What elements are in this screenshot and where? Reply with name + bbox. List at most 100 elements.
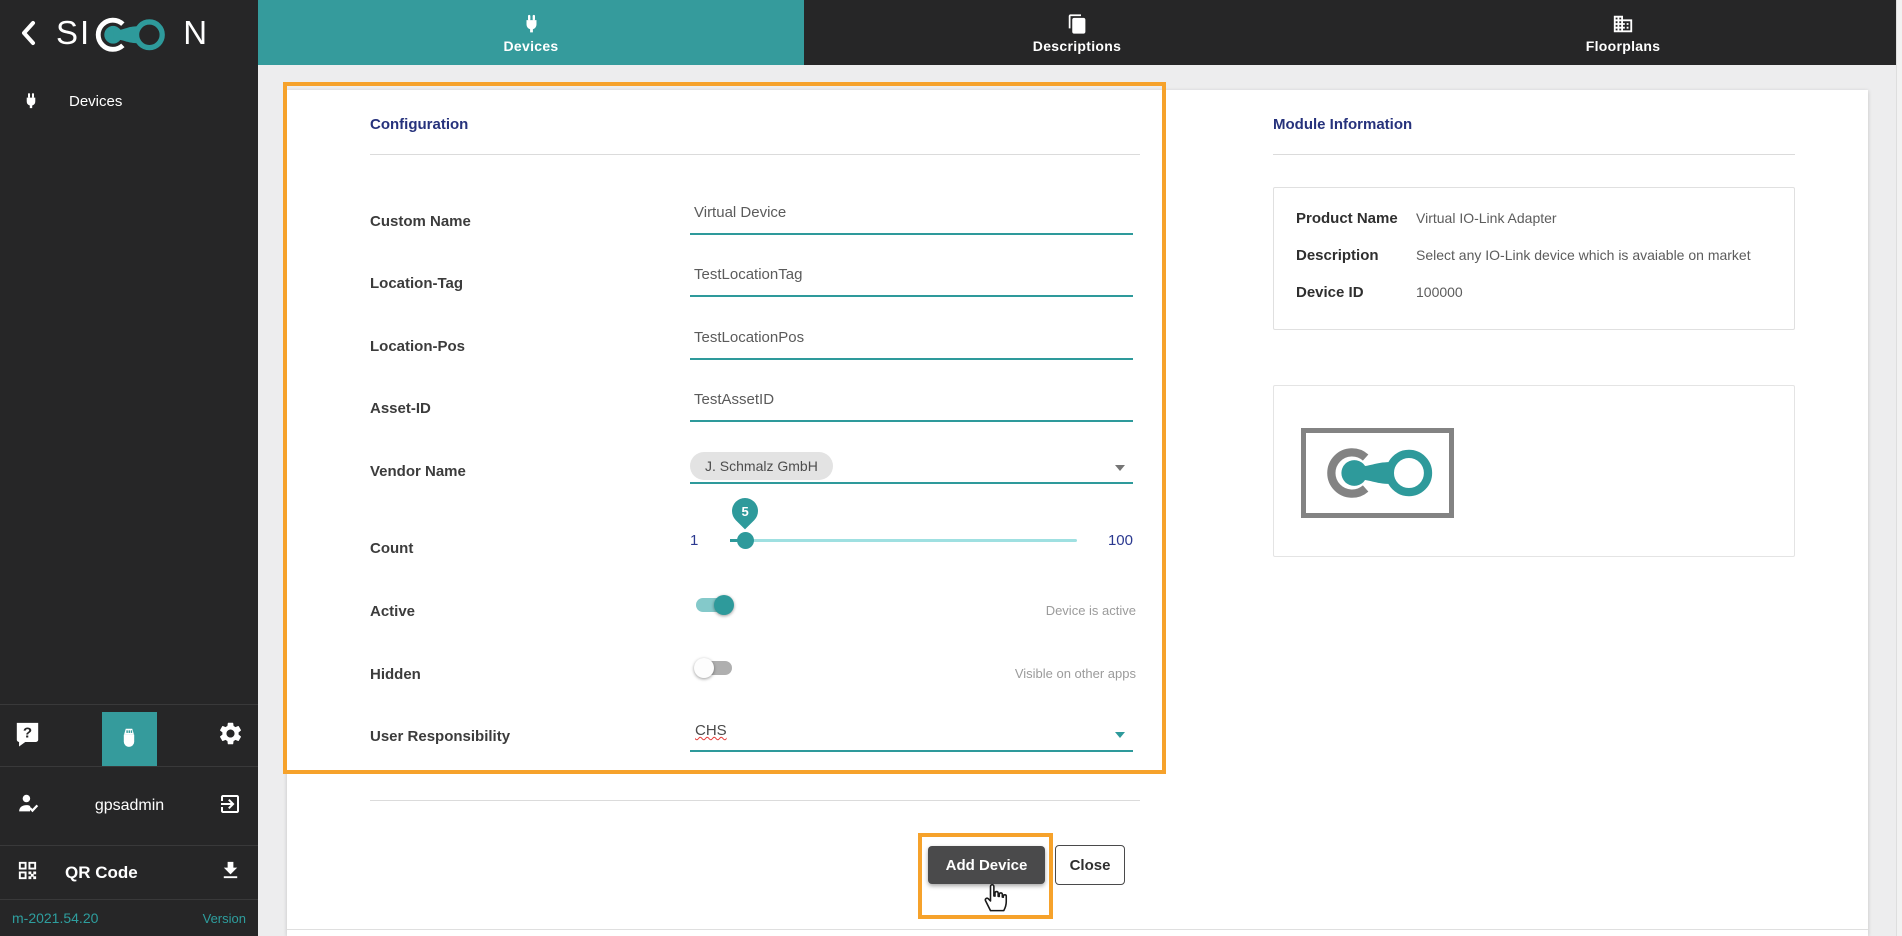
location-pos-row: Location-Pos — [370, 338, 1140, 378]
module-logo-box — [1273, 385, 1795, 557]
close-button[interactable]: Close — [1055, 845, 1125, 885]
logo-text-suffix: N — [183, 16, 209, 49]
user-row: gpsadmin — [0, 767, 258, 846]
download-button[interactable] — [219, 859, 242, 887]
description-label: Description — [1296, 247, 1416, 284]
location-pos-label: Location-Pos — [370, 338, 465, 355]
scrollbar-track[interactable] — [1896, 0, 1902, 936]
count-row: Count 1 5 100 — [370, 540, 1140, 580]
logout-button[interactable] — [218, 792, 242, 821]
product-name-value: Virtual IO-Link Adapter — [1416, 210, 1557, 247]
count-slider[interactable]: 5 — [730, 539, 1077, 542]
active-helper-text: Device is active — [1046, 603, 1136, 618]
documents-icon — [1067, 13, 1088, 35]
plug-icon — [22, 91, 40, 111]
qr-row: QR Code — [0, 846, 258, 900]
logo-link-icon — [91, 9, 183, 57]
asset-id-label: Asset-ID — [370, 400, 431, 417]
vendor-dropdown-arrow-icon[interactable] — [1115, 465, 1125, 471]
username: gpsadmin — [41, 797, 218, 815]
tab-descriptions-label: Descriptions — [1033, 38, 1121, 54]
sidebar-item-devices-label: Devices — [69, 93, 122, 110]
qr-code-icon — [16, 859, 39, 882]
vendor-chip[interactable]: J. Schmalz GmbH — [690, 452, 833, 480]
vendor-name-row: Vendor Name J. Schmalz GmbH — [370, 463, 1140, 503]
top-bar: SI N Devices Descriptions — [0, 0, 1896, 65]
location-tag-input[interactable] — [690, 263, 1133, 283]
tab-bar: Devices Descriptions Floorplans — [258, 0, 1896, 65]
device-dialog-card: Configuration Custom Name Location-Tag L… — [287, 90, 1868, 936]
active-label: Active — [370, 603, 415, 620]
version-row: m-2021.54.20 Version — [0, 900, 258, 936]
hidden-toggle[interactable] — [694, 658, 734, 678]
slider-min-label: 1 — [690, 532, 698, 549]
count-label: Count — [370, 540, 413, 557]
sidebar: Devices ? — [0, 65, 258, 936]
svg-text:?: ? — [23, 724, 32, 741]
user-account-button[interactable] — [16, 791, 41, 821]
help-icon: ? — [14, 720, 41, 747]
logout-icon — [218, 792, 242, 816]
help-button[interactable]: ? — [14, 720, 41, 752]
usb-device-icon — [116, 726, 142, 752]
module-information-divider — [1273, 154, 1795, 155]
module-information-heading: Module Information — [1273, 116, 1412, 133]
sidebar-icons-row: ? — [0, 704, 258, 767]
device-id-value: 100000 — [1416, 284, 1463, 321]
settings-button[interactable] — [217, 720, 244, 752]
location-pos-input[interactable] — [690, 326, 1133, 346]
module-info-box: Product Name Virtual IO-Link Adapter Des… — [1273, 187, 1795, 330]
tab-floorplans-label: Floorplans — [1586, 38, 1661, 54]
hidden-row: Hidden Visible on other apps — [370, 666, 1140, 706]
active-row: Active Device is active — [370, 603, 1140, 643]
sicon-logo: SI N — [56, 9, 209, 57]
qr-code-label: QR Code — [65, 863, 219, 883]
sidebar-footer: ? — [0, 704, 258, 936]
back-button[interactable] — [14, 16, 44, 50]
toggle-knob — [694, 658, 714, 678]
add-device-button[interactable]: Add Device — [928, 846, 1045, 884]
device-module-button-selected[interactable] — [102, 712, 157, 766]
asset-id-input[interactable] — [690, 388, 1133, 408]
vendor-logo — [1301, 428, 1454, 518]
vendor-select[interactable]: J. Schmalz GmbH — [690, 452, 1133, 484]
user-responsibility-row: User Responsibility CHS — [370, 728, 1140, 768]
hidden-helper-text: Visible on other apps — [1015, 666, 1136, 681]
buttons-divider — [370, 800, 1140, 801]
tab-floorplans[interactable]: Floorplans — [1350, 0, 1896, 65]
slider-max-label: 100 — [1088, 532, 1133, 549]
asset-id-row: Asset-ID — [370, 400, 1140, 440]
brand-area: SI N — [0, 0, 258, 65]
custom-name-input[interactable] — [690, 201, 1133, 221]
info-row-product-name: Product Name Virtual IO-Link Adapter — [1296, 210, 1794, 247]
location-tag-row: Location-Tag — [370, 275, 1140, 315]
slider-thumb[interactable] — [737, 532, 754, 549]
info-row-description: Description Select any IO-Link device wh… — [1296, 247, 1794, 284]
configuration-divider — [370, 154, 1140, 155]
active-toggle[interactable] — [694, 595, 734, 615]
location-tag-underline — [690, 263, 1133, 297]
user-responsibility-select[interactable]: CHS — [690, 718, 1133, 752]
qr-code-button[interactable] — [16, 859, 39, 887]
tab-descriptions[interactable]: Descriptions — [804, 0, 1350, 65]
plug-icon — [521, 13, 542, 35]
version-value: m-2021.54.20 — [12, 910, 98, 926]
user-responsibility-dropdown-arrow-icon[interactable] — [1115, 732, 1125, 738]
hidden-label: Hidden — [370, 666, 421, 683]
asset-id-underline — [690, 388, 1133, 422]
description-value: Select any IO-Link device which is avaia… — [1416, 247, 1751, 284]
tab-devices[interactable]: Devices — [258, 0, 804, 65]
toggle-knob — [714, 595, 734, 615]
configuration-heading: Configuration — [370, 116, 468, 133]
vendor-name-label: Vendor Name — [370, 463, 466, 480]
tab-devices-label: Devices — [503, 38, 558, 54]
gear-icon — [217, 720, 244, 747]
custom-name-row: Custom Name — [370, 213, 1140, 253]
co-link-logo-icon — [1317, 440, 1439, 506]
chevron-left-icon — [18, 20, 40, 46]
sidebar-item-devices[interactable]: Devices — [0, 65, 258, 111]
user-responsibility-value[interactable]: CHS — [690, 718, 727, 739]
user-responsibility-label: User Responsibility — [370, 728, 510, 745]
product-name-label: Product Name — [1296, 210, 1416, 247]
card-bottom-divider — [287, 929, 1868, 930]
